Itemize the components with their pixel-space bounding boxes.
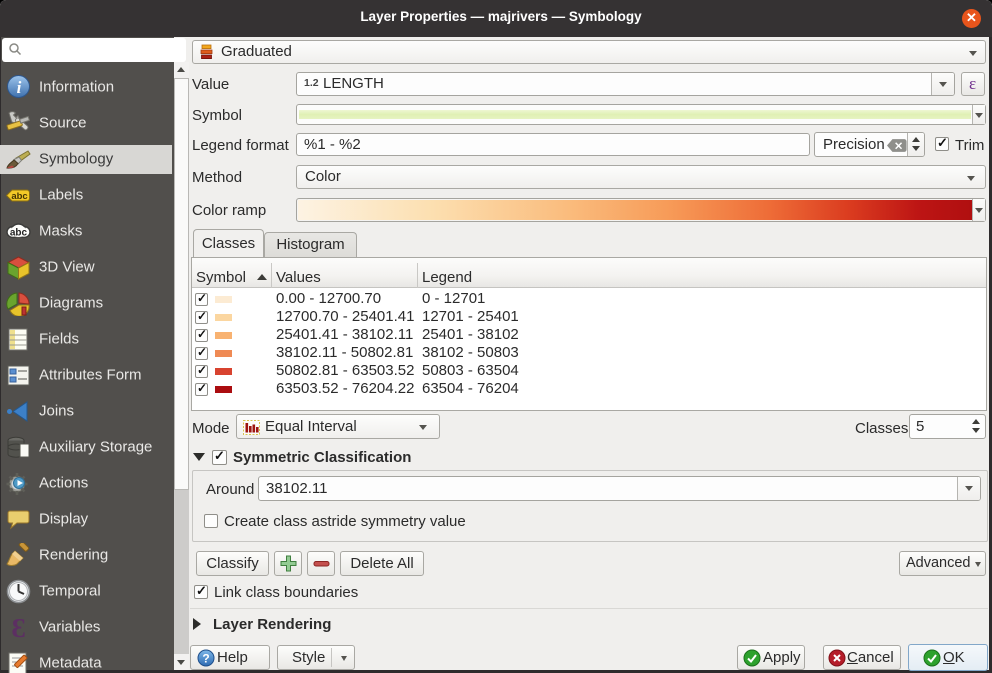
svg-text:?: ?	[202, 652, 209, 666]
svg-text:Ɛ: Ɛ	[11, 615, 25, 640]
svg-text:abc: abc	[10, 227, 28, 238]
svg-text:abc: abc	[11, 191, 27, 202]
svg-text:i: i	[17, 78, 22, 97]
